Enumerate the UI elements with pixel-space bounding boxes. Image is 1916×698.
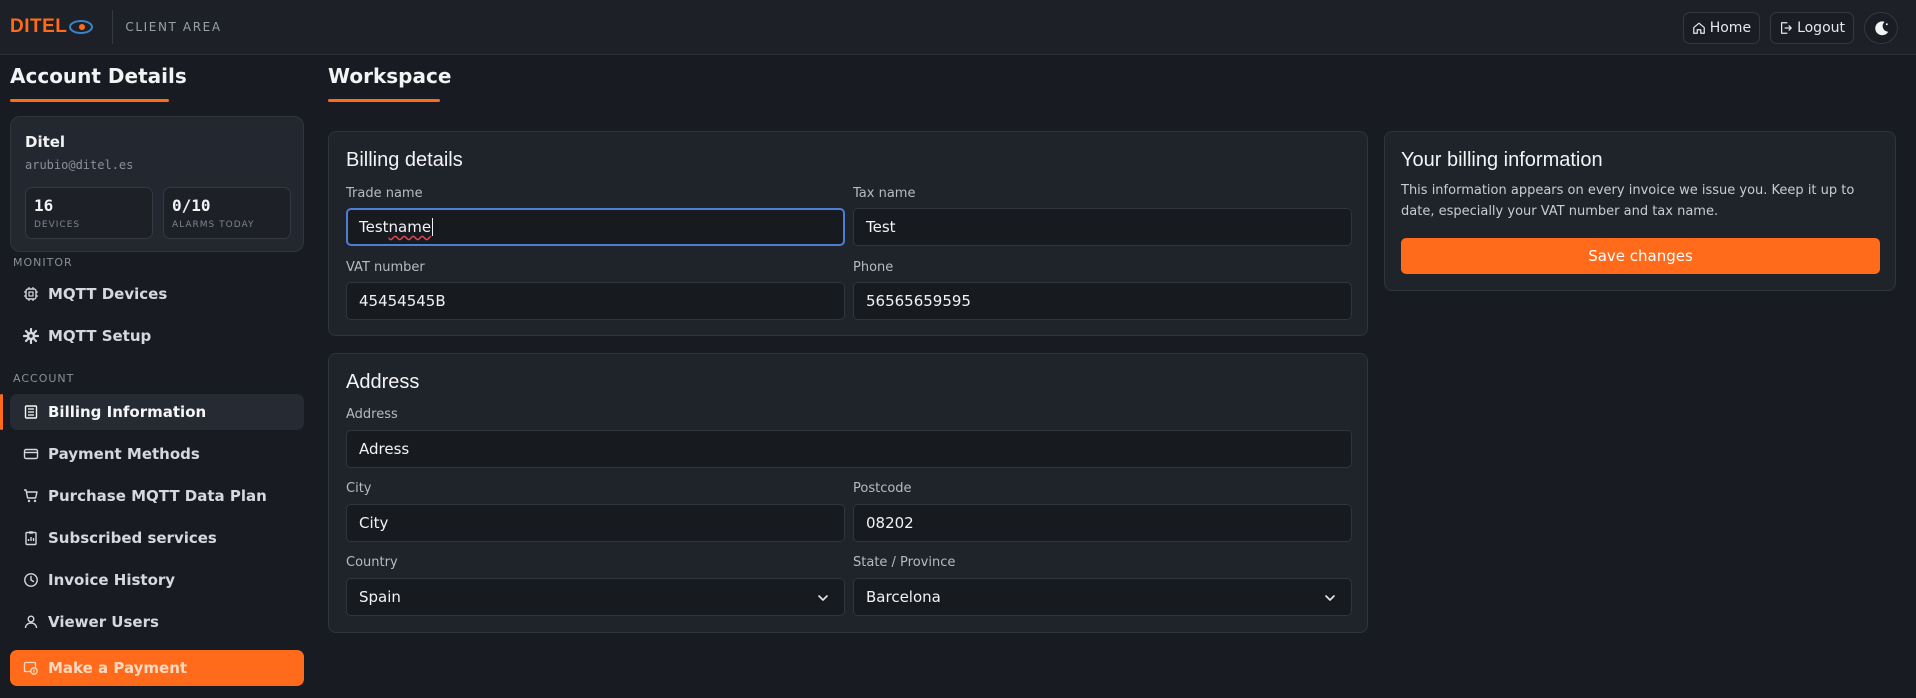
home-icon [1692, 22, 1705, 34]
country-label: Country [346, 555, 398, 570]
country-value: Spain [359, 588, 401, 606]
sidebar-item-label: Viewer Users [48, 613, 159, 631]
devices-stat: 16 DEVICES [25, 187, 153, 239]
tax-name-value: Test [866, 218, 896, 236]
profile-email: arubio@ditel.es [25, 158, 134, 172]
account-details-title: Account Details [10, 64, 187, 88]
ditel-logo[interactable]: DITEL [10, 12, 94, 42]
cart-icon [24, 489, 38, 503]
stat-label: ALARMS TODAY [172, 220, 255, 230]
sidebar-item-payment-methods[interactable]: Payment Methods [10, 436, 304, 472]
chip-icon [24, 287, 38, 301]
logout-icon [1781, 22, 1792, 34]
billing-info-description: This information appears on every invoic… [1401, 183, 1855, 219]
sidebar-item-purchase-mqtt-data-plan[interactable]: Purchase MQTT Data Plan [10, 478, 304, 514]
state-value: Barcelona [866, 588, 941, 606]
vat-number-value: 45454545B [359, 292, 446, 310]
credit-card-icon [23, 448, 39, 460]
top-bar: DITEL CLIENT AREA Home Logout [0, 0, 1916, 55]
chevron-down-icon [818, 595, 828, 601]
sidebar-item-viewer-users[interactable]: Viewer Users [10, 604, 304, 640]
address-card: Address Address Adress City City Postcod… [328, 353, 1368, 633]
logout-button[interactable]: Logout [1770, 12, 1854, 44]
sidebar-item-label: MQTT Setup [48, 327, 152, 345]
theme-toggle-button[interactable] [1864, 12, 1898, 44]
trade-name-value-misspelled: name [388, 218, 432, 236]
moon-icon [1874, 20, 1888, 35]
make-a-payment-button[interactable]: Make a Payment [10, 650, 304, 686]
postcode-input[interactable]: 08202 [853, 504, 1352, 542]
city-label: City [346, 481, 372, 496]
sidebar-item-label: MQTT Devices [48, 285, 168, 303]
logo-text: DITEL [10, 16, 68, 37]
billing-details-title: Billing details [346, 149, 463, 171]
postcode-label: Postcode [853, 481, 912, 496]
sidebar-item-label: Billing Information [48, 403, 207, 421]
phone-value: 56565659595 [866, 292, 971, 310]
state-select[interactable]: Barcelona [853, 578, 1352, 616]
city-value: City [359, 514, 389, 532]
chevron-down-icon [1325, 595, 1335, 601]
address-label: Address [346, 407, 398, 422]
home-button-label: Home [1709, 20, 1752, 36]
sidebar: Account Details Ditel arubio@ditel.es 16… [0, 56, 310, 698]
clock-icon [24, 573, 38, 587]
address-value: Adress [359, 440, 410, 458]
billing-info-card: Your billing information This informatio… [1384, 131, 1896, 291]
tax-name-label: Tax name [853, 186, 916, 201]
phone-input[interactable]: 56565659595 [853, 282, 1352, 320]
make-a-payment-label: Make a Payment [48, 659, 188, 677]
header-divider [112, 10, 114, 44]
vat-number-input[interactable]: 45454545B [346, 282, 845, 320]
sidebar-item-billing-information[interactable]: Billing Information [10, 394, 304, 430]
stat-value: 16 [34, 196, 54, 215]
address-input[interactable]: Adress [346, 430, 1352, 468]
logo-swoosh-icon [69, 20, 94, 34]
page-title: Workspace [328, 64, 452, 88]
country-select[interactable]: Spain [346, 578, 845, 616]
group-label-monitor: MONITOR [13, 256, 73, 269]
trade-name-value-first: Test [359, 218, 389, 236]
profile-name: Ditel [25, 133, 66, 151]
stat-value: 0/10 [172, 196, 211, 215]
home-button[interactable]: Home [1682, 12, 1761, 44]
stat-label: DEVICES [34, 220, 81, 230]
state-label: State / Province [853, 555, 956, 570]
postcode-value: 08202 [866, 514, 914, 532]
page-title-underline [328, 99, 440, 102]
tax-name-input[interactable]: Test [853, 208, 1352, 246]
client-area-label: CLIENT AREA [125, 20, 222, 34]
alarms-stat: 0/10 ALARMS TODAY [163, 187, 291, 239]
payment-icon [23, 661, 38, 675]
sidebar-item-label: Payment Methods [48, 445, 200, 463]
sidebar-item-label: Purchase MQTT Data Plan [48, 487, 267, 505]
trade-name-label: Trade name [346, 186, 423, 201]
active-indicator [0, 394, 3, 430]
clipboard-icon [25, 531, 37, 546]
sidebar-item-invoice-history[interactable]: Invoice History [10, 562, 304, 598]
text-caret [432, 218, 434, 236]
billing-info-title: Your billing information [1401, 149, 1603, 171]
sidebar-item-label: Subscribed services [48, 529, 217, 547]
phone-label: Phone [853, 260, 894, 275]
receipt-icon [24, 405, 38, 419]
title-underline [10, 99, 169, 102]
city-input[interactable]: City [346, 504, 845, 542]
sidebar-item-mqtt-devices[interactable]: MQTT Devices [10, 276, 304, 312]
trade-name-input[interactable]: Test name [346, 208, 845, 246]
save-changes-button[interactable]: Save changes [1401, 238, 1880, 274]
profile-card: Ditel arubio@ditel.es 16 DEVICES 0/10 AL… [10, 116, 304, 252]
sidebar-item-mqtt-setup[interactable]: MQTT Setup [10, 318, 304, 354]
group-label-account: ACCOUNT [13, 372, 75, 385]
vat-number-label: VAT number [346, 260, 425, 275]
logout-button-label: Logout [1797, 20, 1845, 36]
gear-icon [23, 328, 39, 344]
billing-details-card: Billing details Trade name Test name Tax… [328, 131, 1368, 336]
address-title: Address [346, 371, 420, 393]
user-icon [24, 615, 38, 629]
sidebar-item-subscribed-services[interactable]: Subscribed services [10, 520, 304, 556]
sidebar-item-label: Invoice History [48, 571, 176, 589]
